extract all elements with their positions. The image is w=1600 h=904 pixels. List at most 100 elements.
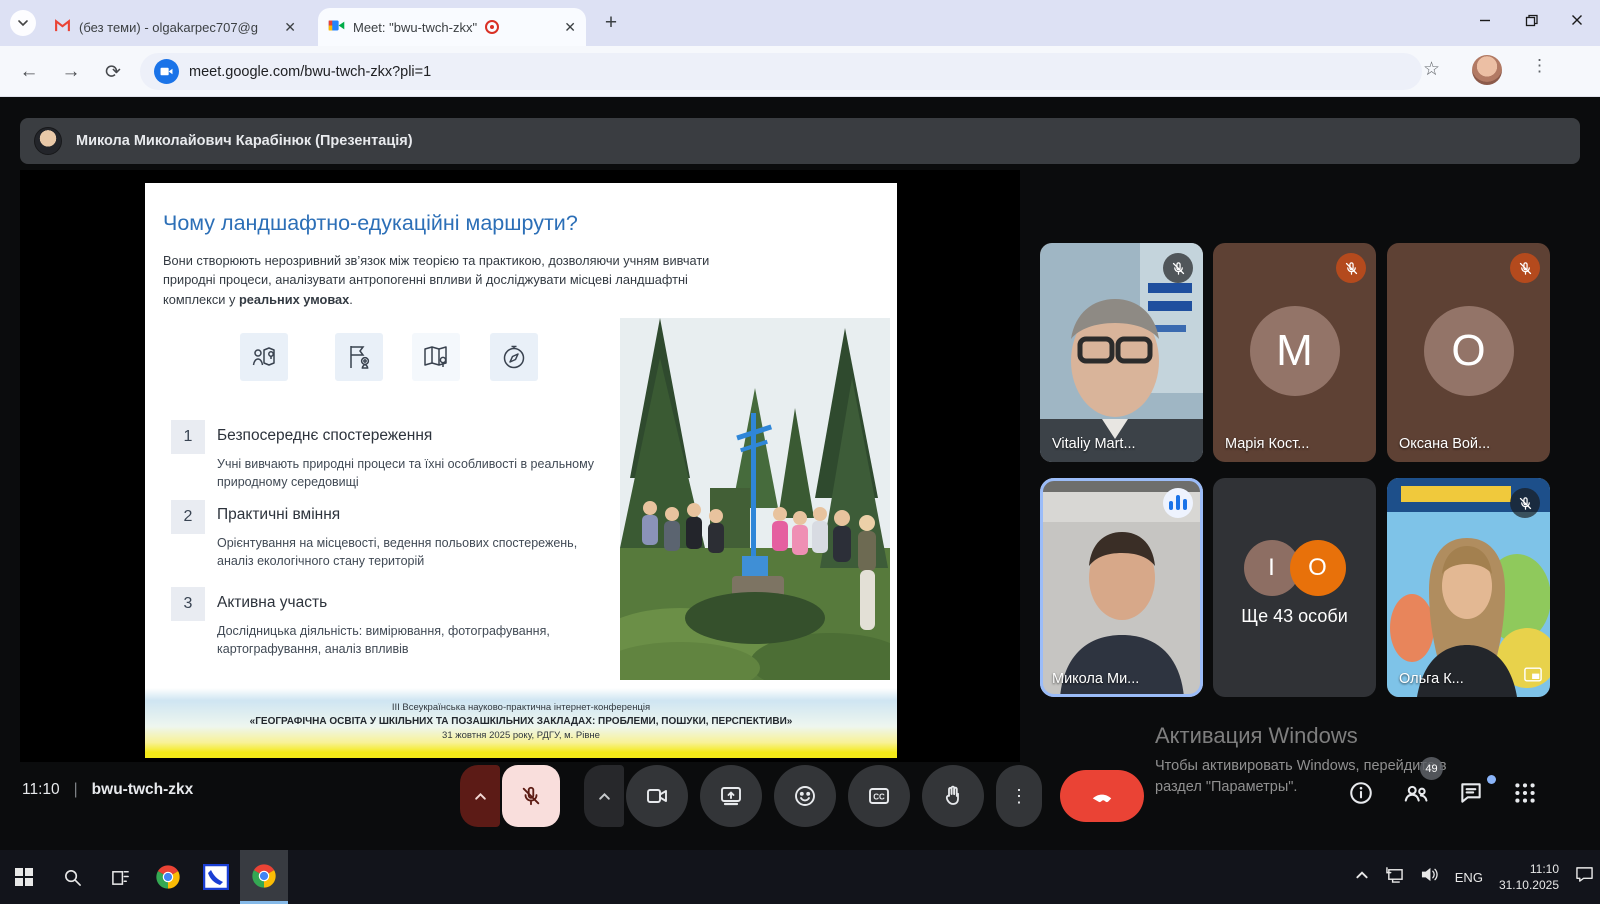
phone-app-icon[interactable]: [192, 850, 240, 904]
flag-pin-icon: [335, 333, 383, 381]
presentation-slide: Чому ландшафтно-едукаційні маршрути? Вон…: [145, 183, 897, 758]
participant-name: Марія Кост...: [1225, 436, 1309, 452]
chrome-taskbar-icon-active[interactable]: [240, 850, 288, 904]
captions-button[interactable]: CC: [848, 765, 910, 827]
participant-name: Оксана Вой...: [1399, 436, 1490, 452]
windows-activation-watermark: Активация Windows Чтобы активировать Win…: [1155, 723, 1447, 798]
presenter-banner: Микола Миколайович Карабінюк (Презентаці…: [20, 118, 1580, 164]
item-title: Безпосереднє спостереження: [217, 427, 432, 445]
present-screen-button[interactable]: [700, 765, 762, 827]
footer-line1: ІІІ Всеукраїнська науково-практична інте…: [145, 702, 897, 713]
call-controls: CC ⋮: [460, 765, 1144, 827]
participant-initial-avatar: O: [1424, 306, 1514, 396]
window-minimize-button[interactable]: [1462, 0, 1508, 40]
presenter-avatar: [34, 127, 62, 155]
meeting-info: 11:10 | bwu-twch-zkx: [22, 781, 193, 799]
participant-tile[interactable]: M Марія Кост...: [1213, 243, 1376, 462]
volume-icon[interactable]: [1420, 866, 1439, 888]
participant-count-badge: 49: [1420, 757, 1443, 780]
window-close-button[interactable]: [1554, 0, 1600, 40]
slide-intro: Вони створюють нерозривний зв’язок між т…: [163, 251, 728, 309]
language-indicator[interactable]: ENG: [1455, 870, 1483, 885]
search-icon[interactable]: [48, 850, 96, 904]
end-call-button[interactable]: [1060, 770, 1144, 822]
mic-muted-button[interactable]: [502, 765, 560, 827]
browser-tab-strip: (без теми) - olgakarpec707@g ✕ Meet: "bw…: [0, 0, 1600, 46]
participant-initial-avatar: M: [1250, 306, 1340, 396]
start-button[interactable]: [0, 850, 48, 904]
screen: (без теми) - olgakarpec707@g ✕ Meet: "bw…: [0, 0, 1600, 904]
close-tab-icon[interactable]: ✕: [564, 20, 576, 34]
presentation-stage: Чому ландшафтно-едукаційні маршрути? Вон…: [20, 170, 1020, 762]
chat-notification-dot: [1487, 775, 1496, 784]
footer-line3: 31 жовтня 2025 року, РДГУ, м. Рівне: [145, 730, 897, 741]
network-icon[interactable]: [1385, 866, 1404, 888]
action-center-icon[interactable]: [1575, 866, 1594, 888]
tab-recording-indicator-icon: [485, 20, 499, 34]
reactions-button[interactable]: [774, 765, 836, 827]
slide-title: Чому ландшафтно-едукаційні маршрути?: [163, 211, 578, 236]
meet-page: Микола Миколайович Карабінюк (Презентаці…: [0, 97, 1600, 850]
tab-meet[interactable]: Meet: "bwu-twch-zkx" ✕: [318, 8, 586, 46]
item-desc: Дослідницька діяльність: вимірювання, фо…: [217, 622, 607, 658]
chrome-taskbar-icon[interactable]: [144, 850, 192, 904]
more-options-button[interactable]: ⋮: [996, 765, 1042, 827]
item-title: Активна участь: [217, 594, 327, 612]
mic-muted-icon: [1163, 253, 1193, 283]
clock-text: 11:10: [22, 781, 60, 799]
chat-panel-icon[interactable]: [1458, 780, 1484, 811]
more-participants-tile[interactable]: I O Ще 43 особи: [1213, 478, 1376, 697]
tab-search-chevron-icon[interactable]: [10, 10, 36, 36]
bookmark-star-icon[interactable]: ☆: [1423, 58, 1440, 81]
folded-map-pin-icon: [412, 333, 460, 381]
tray-chevron-icon[interactable]: [1355, 868, 1369, 887]
tab-label: Meet: "bwu-twch-zkx": [353, 20, 477, 35]
item-desc: Учні вивчають природні процеси та їхні о…: [217, 455, 607, 491]
window-restore-button[interactable]: [1508, 0, 1554, 40]
tab-gmail[interactable]: (без теми) - olgakarpec707@g ✕: [44, 8, 306, 46]
slide-footer: ІІІ Всеукраїнська науково-практична інте…: [145, 688, 897, 758]
participant-tile[interactable]: Vitaliy Mart...: [1040, 243, 1203, 462]
presenter-name: Микола Миколайович Карабінюк (Презентаці…: [76, 133, 413, 149]
reload-button[interactable]: ⟳: [98, 57, 128, 87]
participant-tile[interactable]: O Оксана Вой...: [1387, 243, 1550, 462]
item-number: 2: [171, 500, 205, 534]
browser-profile-avatar[interactable]: [1472, 55, 1502, 85]
browser-toolbar: ← → ⟳ meet.google.com/bwu-twch-zkx?pli=1…: [0, 46, 1600, 97]
stacked-avatars: I O: [1244, 540, 1346, 596]
picture-in-picture-icon[interactable]: [1524, 667, 1542, 687]
mic-muted-icon: [1336, 253, 1366, 283]
activities-grid-icon[interactable]: [1512, 780, 1538, 811]
item-desc: Орієнтування на місцевості, ведення поль…: [217, 534, 607, 570]
audio-speaking-icon: [1163, 488, 1193, 518]
mic-muted-icon: [1510, 488, 1540, 518]
url-text: meet.google.com/bwu-twch-zkx?pli=1: [189, 64, 431, 80]
participant-name: Ольга К...: [1399, 671, 1464, 687]
participant-tile[interactable]: Ольга К...: [1387, 478, 1550, 697]
forward-button[interactable]: →: [56, 57, 86, 87]
task-view-icon[interactable]: [96, 850, 144, 904]
taskbar-clock[interactable]: 11:1031.10.2025: [1499, 861, 1559, 893]
item-title: Практичні вміння: [217, 506, 340, 524]
camera-options-chevron[interactable]: [584, 765, 624, 827]
participant-name: Микола Ми...: [1052, 671, 1139, 687]
meet-icon: [328, 18, 345, 36]
address-bar[interactable]: meet.google.com/bwu-twch-zkx?pli=1: [140, 53, 1422, 90]
close-tab-icon[interactable]: ✕: [284, 20, 296, 34]
meeting-code: bwu-twch-zkx: [92, 781, 194, 799]
back-button[interactable]: ←: [14, 57, 44, 87]
more-participants-label: Ще 43 особи: [1213, 606, 1376, 627]
item-number: 3: [171, 587, 205, 621]
participant-name: Vitaliy Mart...: [1052, 436, 1136, 452]
tab-label: (без теми) - olgakarpec707@g: [79, 20, 258, 35]
participant-tile-speaking[interactable]: Микола Ми...: [1040, 478, 1203, 697]
mic-options-chevron[interactable]: [460, 765, 500, 827]
compass-icon: [490, 333, 538, 381]
gmail-icon: [54, 18, 71, 36]
browser-menu-icon[interactable]: ⋮: [1531, 56, 1548, 76]
raise-hand-button[interactable]: [922, 765, 984, 827]
new-tab-button[interactable]: +: [598, 10, 624, 36]
slide-photo-hiking-group: [620, 318, 890, 680]
camera-button[interactable]: [626, 765, 688, 827]
windows-taskbar: ENG 11:1031.10.2025: [0, 850, 1600, 904]
